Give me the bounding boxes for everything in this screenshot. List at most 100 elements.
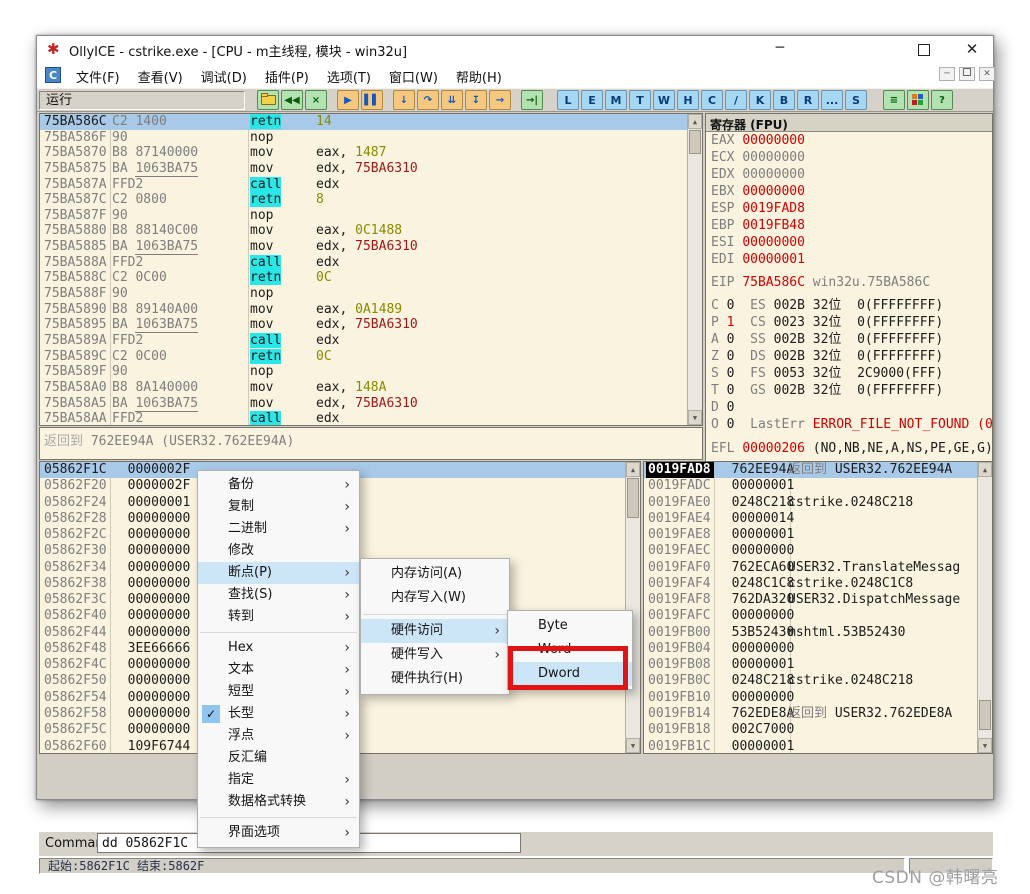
stack-pane[interactable]: 0019FAD8 762EE94A返回到 USER32.762EE94A 0019… <box>643 461 993 754</box>
context-menu-item[interactable]: 备份› <box>198 474 359 496</box>
menubar-item[interactable]: 帮助(H) <box>447 63 511 88</box>
register-row[interactable]: EDX 00000000 <box>706 166 992 183</box>
context-menu-item[interactable]: 浮点› <box>198 725 359 747</box>
register-row[interactable]: EDI 00000001 <box>706 251 992 268</box>
step-into-button[interactable]: ↓ <box>393 90 415 110</box>
restart-button[interactable]: ◀◀ <box>281 90 303 110</box>
register-row[interactable]: EAX 00000000 <box>706 132 992 149</box>
breakpoint-submenu-item[interactable]: 内存访问(A) <box>361 562 509 586</box>
disasm-row[interactable]: 75BA58A0B8 8A140000moveax, 148A <box>40 380 702 396</box>
context-menu-item[interactable]: 数据格式转换› <box>198 791 359 813</box>
options-button[interactable]: ≡ <box>883 90 905 110</box>
disasm-row[interactable]: 75BA5870B8 87140000moveax, 1487 <box>40 145 702 161</box>
context-menu-item[interactable]: 反汇编 <box>198 747 359 769</box>
stack-row[interactable]: 0019FB08 00000001 <box>644 657 992 673</box>
scroll-up-icon[interactable]: ▲ <box>688 114 702 129</box>
stack-row[interactable]: 0019FAEC 00000000 <box>644 543 992 559</box>
call-stack-window-button[interactable]: K <box>749 90 771 110</box>
open-file-button[interactable] <box>257 90 279 110</box>
disassembly-pane[interactable]: 75BA586CC2 1400retn1475BA586F90nop75BA58… <box>39 113 703 426</box>
stack-row[interactable]: 0019FB0C 0248C218cstrike.0248C218 <box>644 673 992 689</box>
register-row[interactable]: T 0 GS 002B 32位 0(FFFFFFFF) <box>706 382 992 399</box>
register-row[interactable]: Z 0 DS 002B 32位 0(FFFFFFFF) <box>706 348 992 365</box>
stack-row[interactable]: 0019FAFC 00000000 <box>644 608 992 624</box>
context-menu-item[interactable]: 断点(P)› <box>198 562 359 584</box>
scroll-thumb[interactable] <box>979 700 991 730</box>
disasm-row[interactable]: 75BA588F90nop <box>40 286 702 302</box>
register-row[interactable]: C 0 ES 002B 32位 0(FFFFFFFF) <box>706 297 992 314</box>
minimize-button[interactable]: ─ <box>765 39 795 60</box>
disasm-row[interactable]: 75BA5885BA 1063BA75movedx, 75BA6310 <box>40 239 702 255</box>
register-row[interactable]: EFL 00000206 (NO,NB,NE,A,NS,PE,GE,G) <box>706 440 992 457</box>
stack-row[interactable]: 0019FAD8 762EE94A返回到 USER32.762EE94A <box>644 462 992 478</box>
disasm-row[interactable]: 75BA587CC2 0800retn8 <box>40 192 702 208</box>
references-window-button[interactable]: R <box>797 90 819 110</box>
mdi-minimize-button[interactable]: ─ <box>939 67 955 81</box>
scroll-down-icon[interactable]: ▼ <box>626 738 640 753</box>
stack-row[interactable]: 0019FB18 002C7000 <box>644 722 992 738</box>
stack-row[interactable]: 0019FAE0 0248C218cstrike.0248C218 <box>644 495 992 511</box>
scroll-thumb[interactable] <box>627 478 639 518</box>
register-row[interactable]: EBX 00000000 <box>706 183 992 200</box>
threads-window-button[interactable]: T <box>629 90 651 110</box>
context-menu-item[interactable]: 界面选项› <box>198 822 359 844</box>
memory-window-button[interactable]: M <box>605 90 627 110</box>
stack-row[interactable]: 0019FB1C 00000001 <box>644 739 992 754</box>
stack-row[interactable]: 0019FAE4 00000014 <box>644 511 992 527</box>
maximize-button[interactable] <box>909 39 939 60</box>
scroll-up-icon[interactable]: ▲ <box>626 462 640 477</box>
mdi-close-button[interactable]: ✕ <box>979 67 995 81</box>
stack-row[interactable]: 0019FB00 53B52430mshtml.53B52430 <box>644 625 992 641</box>
disasm-row[interactable]: 75BA5895BA 1063BA75movedx, 75BA6310 <box>40 317 702 333</box>
disasm-row[interactable]: 75BA5875BA 1063BA75movedx, 75BA6310 <box>40 161 702 177</box>
appearance-button[interactable] <box>907 90 929 110</box>
patches-window-button[interactable]: / <box>725 90 747 110</box>
register-row[interactable]: ESI 00000000 <box>706 234 992 251</box>
close-program-button[interactable]: × <box>305 90 327 110</box>
run-trace-window-button[interactable]: ... <box>821 90 843 110</box>
disasm-row[interactable]: 75BA587AFFD2calledx <box>40 177 702 193</box>
register-row[interactable]: O 0 LastErr ERROR_FILE_NOT_FOUND (0 <box>706 416 992 433</box>
disasm-row[interactable]: 75BA588CC2 0C00retn0C <box>40 270 702 286</box>
executables-window-button[interactable]: E <box>581 90 603 110</box>
register-row[interactable]: EBP 0019FB48 <box>706 217 992 234</box>
cpu-window-button[interactable]: C <box>701 90 723 110</box>
disasm-row[interactable]: 75BA586F90nop <box>40 130 702 146</box>
menubar-item[interactable]: 插件(P) <box>256 63 318 88</box>
register-row[interactable]: P 1 CS 0023 32位 0(FFFFFFFF) <box>706 314 992 331</box>
close-button[interactable]: ✕ <box>957 39 987 60</box>
context-menu-item[interactable]: 查找(S)› <box>198 584 359 606</box>
menubar-item[interactable]: 文件(F) <box>67 63 129 88</box>
context-menu-item[interactable]: 文本› <box>198 659 359 681</box>
disasm-row[interactable]: 75BA586CC2 1400retn14 <box>40 114 702 130</box>
scroll-thumb[interactable] <box>689 130 701 154</box>
disasm-row[interactable]: 75BA587F90nop <box>40 208 702 224</box>
trace-into-button[interactable]: ⇊ <box>441 90 463 110</box>
stack-row[interactable]: 0019FB14 762EDE8A返回到 USER32.762EDE8A <box>644 706 992 722</box>
menubar-item[interactable]: 窗口(W) <box>380 63 447 88</box>
stack-row[interactable]: 0019FAF0 762ECA60USER32.TranslateMessag <box>644 560 992 576</box>
scroll-down-icon[interactable]: ▼ <box>688 410 702 425</box>
stack-row[interactable]: 0019FB04 00000000 <box>644 641 992 657</box>
until-user-code-button[interactable]: → <box>489 90 511 110</box>
disasm-row[interactable]: 75BA589AFFD2calledx <box>40 333 702 349</box>
windows-window-button[interactable]: W <box>653 90 675 110</box>
breakpoint-submenu-item[interactable]: 内存写入(W) <box>361 586 509 610</box>
disasm-scrollbar[interactable]: ▲ ▼ <box>687 114 702 425</box>
context-menu-item[interactable]: 指定› <box>198 769 359 791</box>
mdi-restore-button[interactable] <box>959 67 975 81</box>
stack-row[interactable]: 0019FAF8 762DA320USER32.DispatchMessage <box>644 592 992 608</box>
hw-access-submenu-item[interactable]: Byte <box>508 614 632 638</box>
register-row[interactable]: S 0 FS 0053 32位 2C9000(FFF) <box>706 365 992 382</box>
context-menu-item[interactable]: 转到› <box>198 606 359 628</box>
breakpoint-submenu-item[interactable]: 硬件访问› <box>361 619 509 643</box>
stack-scrollbar[interactable]: ▲ ▼ <box>977 462 992 753</box>
menubar-item[interactable]: 调试(D) <box>192 63 256 88</box>
register-row[interactable]: EIP 75BA586C win32u.75BA586C <box>706 274 992 291</box>
breakpoint-submenu-item[interactable]: 硬件写入› <box>361 643 509 667</box>
context-menu-item[interactable]: 修改 <box>198 540 359 562</box>
context-menu-item[interactable]: ✓长型› <box>198 703 359 725</box>
context-menu-item[interactable]: 二进制› <box>198 518 359 540</box>
menubar-item[interactable]: 查看(V) <box>129 63 192 88</box>
register-row[interactable]: ECX 00000000 <box>706 149 992 166</box>
